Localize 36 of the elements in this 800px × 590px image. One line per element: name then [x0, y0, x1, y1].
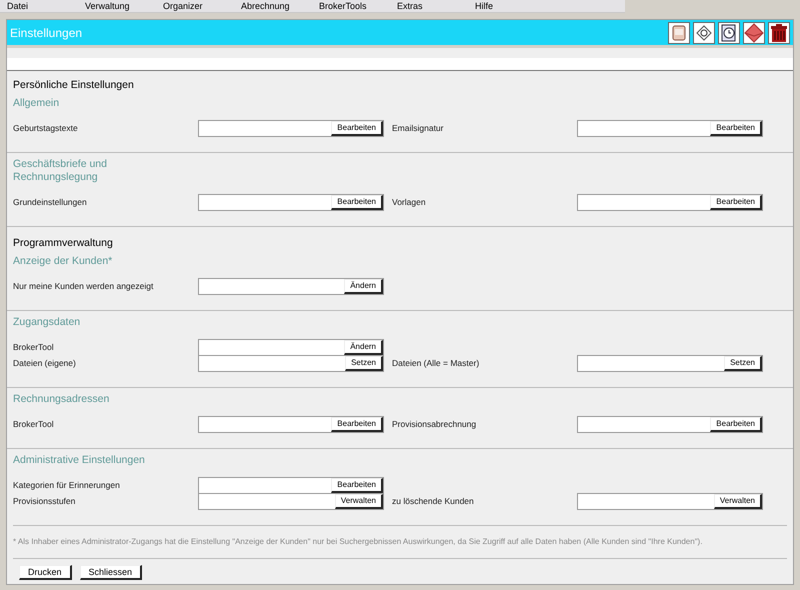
section-heading: Persönliche Einstellungen [12, 78, 135, 92]
menu-item[interactable]: Organizer [156, 0, 234, 12]
field-label: Kategorien für Erinnerungen [13, 478, 121, 492]
group-title: Rechnungsadressen [13, 393, 110, 406]
dialog-button[interactable]: Schliessen [80, 565, 142, 580]
field-label: BrokerTool [13, 340, 55, 354]
field-label: Provisionsstufen [13, 494, 76, 508]
menu-item[interactable]: Verwaltung [78, 0, 156, 12]
clock-icon[interactable] [718, 22, 740, 44]
menu-item[interactable]: Datei [0, 0, 78, 12]
group-title: Administrative Einstellungen [13, 454, 146, 467]
field-label: Dateien (Alle = Master) [392, 356, 480, 370]
group-title: Zugangsdaten [13, 316, 82, 329]
dialog-button[interactable]: Drucken [19, 565, 72, 580]
note-icon[interactable] [668, 22, 690, 44]
field-label: Emailsignatur [392, 122, 444, 134]
field-label: Provisionsabrechnung [392, 418, 478, 430]
trash-icon[interactable] [768, 22, 790, 44]
window-title: Einstellungen [10, 24, 82, 42]
field-label: BrokerTool [13, 418, 55, 430]
field-label: Nur meine Kunden werden angezeigt [13, 280, 154, 292]
menu-item[interactable]: Hilfe [468, 0, 546, 12]
field-label: Grundeinstellungen [13, 196, 88, 208]
field-label: Dateien (eigene) [13, 356, 77, 370]
envelope-icon[interactable] [743, 22, 765, 44]
menu-item[interactable]: Extras [390, 0, 468, 12]
group-title: Allgemein [13, 97, 60, 110]
group-title: Geschäftsbriefe und Rechnungslegung [13, 158, 108, 184]
footnote: * Als Inhaber eines Administrator-Zugangs hat die Einstellung "Anzeige der Kunden" nur bei Suchergebnissen Auswirkungen, da Sie Zugriff auf alle Daten haben (Alle Kunden sind "Ihre Kunden"). [12, 536, 704, 548]
menu-item[interactable]: BrokerTools [312, 0, 390, 12]
section-heading: Programmverwaltung [12, 236, 114, 250]
group-title: Anzeige der Kunden* [13, 255, 114, 268]
field-label: Vorlagen [392, 196, 427, 208]
field-label: zu löschende Kunden [392, 494, 475, 508]
field-label: Geburtstagstexte [13, 122, 79, 134]
menu-item[interactable]: Abrechnung [234, 0, 312, 12]
